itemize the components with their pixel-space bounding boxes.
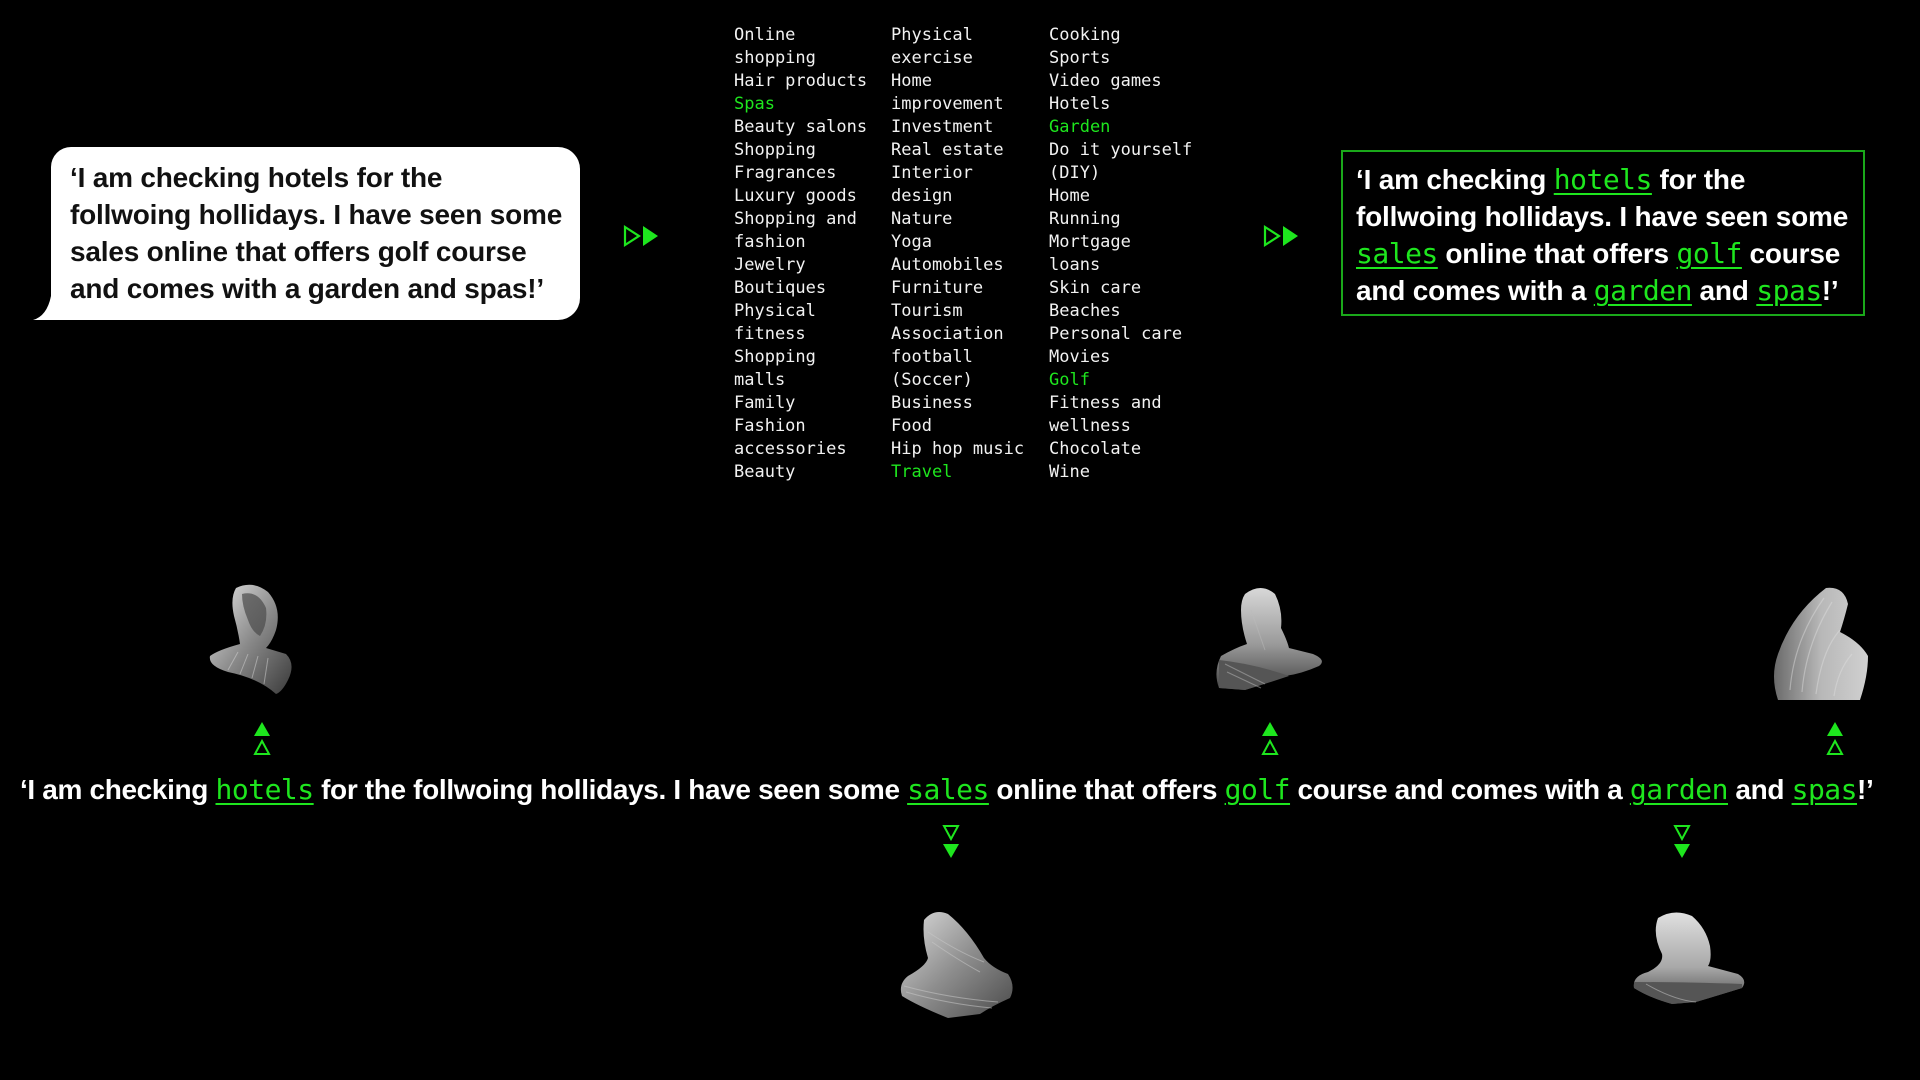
category-item: Luxury goods bbox=[734, 186, 857, 206]
category-column-3: Cooking Sports Video games Hotels Garden Do i… bbox=[1049, 24, 1192, 484]
category-item: Association bbox=[891, 324, 1004, 344]
bust-golf bbox=[1216, 588, 1322, 690]
highlighted-keyword: garden bbox=[1593, 274, 1693, 307]
category-item: Real estate bbox=[891, 140, 1004, 160]
sentence-text: !’ bbox=[1821, 275, 1839, 306]
category-item: Do it yourself bbox=[1049, 140, 1193, 160]
category-item: Fragrances bbox=[734, 163, 837, 183]
category-item: Yoga bbox=[891, 232, 932, 252]
category-item: Investment bbox=[891, 117, 994, 137]
category-item: improvement bbox=[891, 94, 1004, 114]
highlighted-keyword: sales bbox=[1356, 237, 1438, 270]
sentence-text: course and comes with a bbox=[1290, 774, 1630, 805]
category-item: Physical bbox=[891, 25, 973, 45]
category-item: Chocolate bbox=[1049, 439, 1142, 459]
category-item: Video games bbox=[1049, 71, 1162, 91]
category-item: Hip hop music bbox=[891, 439, 1025, 459]
category-item: Hair products bbox=[734, 71, 868, 91]
category-item: Fashion bbox=[734, 416, 806, 436]
bust-sales bbox=[900, 912, 1013, 1018]
category-item: wellness bbox=[1049, 416, 1131, 436]
up-triangles-icon bbox=[253, 722, 271, 755]
category-item: exercise bbox=[891, 48, 973, 68]
sentence-text: for the follwoing hollidays. I have seen… bbox=[313, 774, 908, 805]
category-item: Food bbox=[891, 416, 932, 436]
highlighted-keyword: golf bbox=[1224, 773, 1291, 806]
category-item: Online bbox=[734, 25, 796, 45]
category-item: Beauty bbox=[734, 462, 796, 482]
category-item: accessories bbox=[734, 439, 847, 459]
category-item: (Soccer) bbox=[891, 370, 973, 390]
category-item: football bbox=[891, 347, 973, 367]
highlighted-keyword: hotels bbox=[215, 773, 315, 806]
bust-hotels bbox=[209, 584, 292, 694]
annotated-text-box: ‘I am checking hotels for the follwoing … bbox=[1341, 150, 1865, 316]
category-item: Business bbox=[891, 393, 973, 413]
category-item-highlighted: Golf bbox=[1049, 370, 1090, 390]
category-item-highlighted: Travel bbox=[891, 462, 953, 482]
category-item: Cooking bbox=[1049, 25, 1121, 45]
category-item: Movies bbox=[1049, 347, 1111, 367]
category-item: Nature bbox=[891, 209, 953, 229]
category-item: shopping bbox=[734, 48, 816, 68]
sentence-text: ‘I am checking bbox=[1356, 164, 1554, 195]
category-item: Physical bbox=[734, 301, 816, 321]
sentence-text: !’ bbox=[1857, 774, 1874, 805]
highlighted-keyword: garden bbox=[1629, 773, 1729, 806]
category-item: (DIY) bbox=[1049, 163, 1101, 183]
category-item: Family bbox=[734, 393, 796, 413]
category-item: Automobiles bbox=[891, 255, 1004, 275]
highlighted-keyword: spas bbox=[1756, 274, 1822, 307]
category-item: Mortgage bbox=[1049, 232, 1131, 252]
category-item: Shopping bbox=[734, 140, 816, 160]
sentence-text: and bbox=[1728, 774, 1792, 805]
category-column-1: Online shopping Hair products Spas Beauty sa… bbox=[734, 24, 867, 484]
category-item: Home bbox=[1049, 186, 1090, 206]
category-item: Jewelry bbox=[734, 255, 806, 275]
down-triangles-icon bbox=[1673, 825, 1691, 858]
bust-garden bbox=[1633, 912, 1745, 1004]
category-item: Furniture bbox=[891, 278, 984, 298]
highlighted-keyword: spas bbox=[1791, 773, 1858, 806]
category-item: Beauty salons bbox=[734, 117, 868, 137]
category-item: fitness bbox=[734, 324, 806, 344]
highlighted-keyword: golf bbox=[1676, 237, 1742, 270]
category-item: loans bbox=[1049, 255, 1101, 275]
category-item: Home bbox=[891, 71, 932, 91]
highlighted-keyword: hotels bbox=[1553, 163, 1653, 196]
up-triangles-icon bbox=[1261, 722, 1279, 755]
category-item: Boutiques bbox=[734, 278, 827, 298]
sentence-text: and bbox=[1691, 275, 1757, 306]
category-item: Personal care bbox=[1049, 324, 1183, 344]
down-triangles-icon bbox=[942, 825, 960, 858]
category-item: malls bbox=[734, 370, 786, 390]
category-column-2: Physical exercise Home improvement Investmen… bbox=[891, 24, 1024, 484]
sentence-text: online that offers bbox=[1437, 238, 1677, 269]
category-item: Shopping and bbox=[734, 209, 857, 229]
category-item-highlighted: Spas bbox=[734, 94, 775, 114]
category-item: design bbox=[891, 186, 953, 206]
category-item: fashion bbox=[734, 232, 806, 252]
category-item: Wine bbox=[1049, 462, 1090, 482]
highlighted-keyword: sales bbox=[907, 773, 989, 806]
fast-forward-icon bbox=[623, 225, 658, 247]
category-item: Fitness and bbox=[1049, 393, 1162, 413]
fast-forward-icon bbox=[1263, 225, 1298, 247]
sentence-text: ‘I am checking bbox=[20, 774, 216, 805]
bust-spas bbox=[1774, 587, 1868, 700]
category-item: Shopping bbox=[734, 347, 816, 367]
category-item: Sports bbox=[1049, 48, 1111, 68]
category-item: Tourism bbox=[891, 301, 963, 321]
input-speech-bubble: ‘I am checking hotels for the follwoing … bbox=[51, 147, 580, 320]
category-item: Skin care bbox=[1049, 278, 1142, 298]
category-item: Hotels bbox=[1049, 94, 1111, 114]
category-item: Interior bbox=[891, 163, 973, 183]
category-item: Running bbox=[1049, 209, 1121, 229]
sentence-text: online that offers bbox=[988, 774, 1225, 805]
input-text: ‘I am checking hotels for the follwoing … bbox=[70, 162, 563, 304]
category-item: Beaches bbox=[1049, 301, 1121, 321]
up-triangles-icon bbox=[1826, 722, 1844, 755]
bottom-annotated-sentence: ‘I am checking hotels for the follwoing … bbox=[20, 770, 1900, 810]
category-item-highlighted: Garden bbox=[1049, 117, 1111, 137]
